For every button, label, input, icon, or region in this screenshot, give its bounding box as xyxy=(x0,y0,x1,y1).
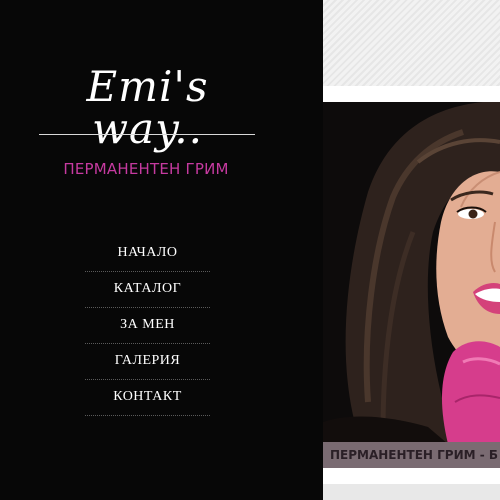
site-logo[interactable]: Emi's way.. xyxy=(40,66,255,150)
nav-link-catalog[interactable]: КАТАЛОГ xyxy=(85,272,210,306)
nav-item-about: ЗА МЕН xyxy=(85,308,210,344)
header-divider xyxy=(323,86,500,102)
nav-link-home[interactable]: НАЧАЛО xyxy=(85,236,210,270)
footer-strip xyxy=(323,468,500,500)
nav-link-about[interactable]: ЗА МЕН xyxy=(85,308,210,342)
woman-portrait-image xyxy=(323,102,500,444)
hero-caption: ПЕРМАНЕНТЕН ГРИМ - Б xyxy=(323,442,500,468)
nav-item-gallery: ГАЛЕРИЯ xyxy=(85,344,210,380)
header-texture xyxy=(323,0,500,86)
logo-divider xyxy=(39,134,255,135)
nav-link-gallery[interactable]: ГАЛЕРИЯ xyxy=(85,344,210,378)
hero-photo xyxy=(323,102,500,444)
site-tagline: ПЕРМАНЕНТЕН ГРИМ xyxy=(63,160,229,178)
sidebar: Emi's way.. ПЕРМАНЕНТЕН ГРИМ НАЧАЛО КАТА… xyxy=(0,0,323,500)
nav-link-contact[interactable]: КОНТАКТ xyxy=(85,380,210,414)
nav-item-catalog: КАТАЛОГ xyxy=(85,272,210,308)
nav-item-contact: КОНТАКТ xyxy=(85,380,210,416)
nav-item-home: НАЧАЛО xyxy=(85,236,210,272)
main-nav: НАЧАЛО КАТАЛОГ ЗА МЕН ГАЛЕРИЯ КОНТАКТ xyxy=(85,236,210,416)
content-area: ПЕРМАНЕНТЕН ГРИМ - Б xyxy=(323,0,500,500)
